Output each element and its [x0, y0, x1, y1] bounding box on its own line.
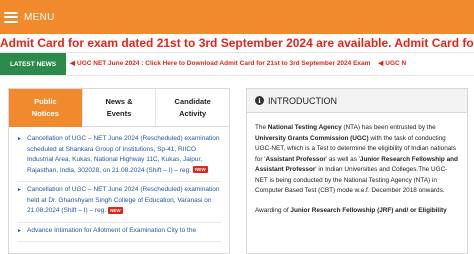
intro-bold-text: Assistant Professor — [265, 155, 326, 163]
notice-item[interactable]: Cancellation of UGC – NET June 2024 (Res… — [17, 131, 221, 182]
top-navbar: MENU — [0, 0, 474, 34]
intro-text: Awarding of — [255, 206, 291, 214]
tab-news-events[interactable]: News & Events — [81, 89, 156, 127]
latest-news-bar: LATEST NEWS ◀ UGC NET June 2024 : Click H… — [0, 52, 474, 76]
tab-candidate-activity[interactable]: Candidate Activity — [155, 89, 229, 127]
new-badge: NEW — [108, 206, 123, 214]
admit-card-marquee[interactable]: Admit Card for exam dated 21st to 3rd Se… — [0, 34, 474, 52]
introduction-header: i INTRODUCTION — [247, 89, 467, 113]
notice-text[interactable]: Cancellation of UGC – NET June 2024 (Res… — [27, 135, 219, 174]
notice-item[interactable]: Cancellation of UGC – NET June 2024 (Res… — [17, 182, 221, 223]
new-badge: NEW — [193, 166, 208, 174]
ticker-bullet-icon: ◀ — [378, 60, 384, 67]
introduction-title: INTRODUCTION — [268, 95, 337, 106]
latest-news-label: LATEST NEWS — [0, 53, 66, 75]
intro-bold-text: National Testing Agency — [267, 124, 342, 131]
intro-paragraph: Awarding of Junior Research Fellowship (… — [255, 206, 459, 217]
hamburger-menu-icon[interactable] — [4, 11, 18, 23]
ticker-item[interactable]: UGC NET June 2024 : Click Here to Downlo… — [77, 60, 370, 67]
menu-label[interactable]: MENU — [24, 12, 55, 23]
notice-text[interactable]: Cancellation of UGC – NET June 2024 (Res… — [27, 186, 219, 214]
marquee-text[interactable]: Admit Card for exam dated 21st to 3rd Se… — [0, 36, 474, 50]
notice-text[interactable]: Advance Intimation for Allotment of Exam… — [27, 227, 196, 234]
notice-item[interactable]: Advance Intimation for Allotment of Exam… — [17, 223, 221, 242]
intro-bold-text: Junior Research Fellowship (JRF) and/ or… — [290, 206, 447, 214]
info-icon: i — [255, 96, 264, 105]
intro-text: The — [255, 124, 268, 131]
intro-text: (NTA) has been entrusted by the — [341, 124, 436, 131]
intro-text: ' as well as ' — [325, 155, 360, 163]
notices-tabs: Public Notices News & Events Candidate A… — [9, 89, 229, 127]
introduction-body: The National Testing Agency (NTA) has be… — [247, 113, 467, 216]
tab-public-notices[interactable]: Public Notices — [9, 89, 82, 127]
ticker-bullet-icon: ◀ — [70, 60, 75, 67]
intro-paragraph: The National Testing Agency (NTA) has be… — [255, 123, 459, 197]
introduction-panel: i INTRODUCTION The National Testing Agen… — [246, 88, 468, 254]
notices-panel: Public Notices News & Events Candidate A… — [8, 88, 230, 254]
intro-bold-text: University Grants Commission (UGC) — [255, 134, 369, 142]
news-ticker[interactable]: ◀ UGC NET June 2024 : Click Here to Downl… — [70, 59, 406, 67]
notices-list: Cancellation of UGC – NET June 2024 (Res… — [9, 127, 229, 242]
ticker-item-next[interactable]: UGC N — [385, 60, 406, 67]
